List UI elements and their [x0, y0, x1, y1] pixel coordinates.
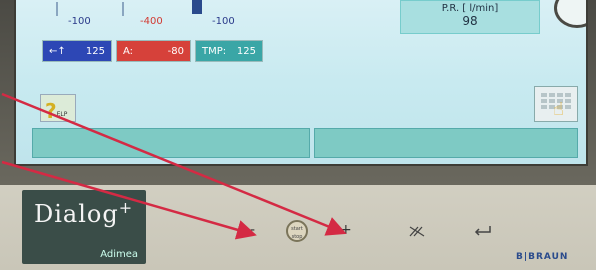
annotation-arrows [1, 92, 347, 240]
arrow-to-minus [1, 160, 257, 240]
